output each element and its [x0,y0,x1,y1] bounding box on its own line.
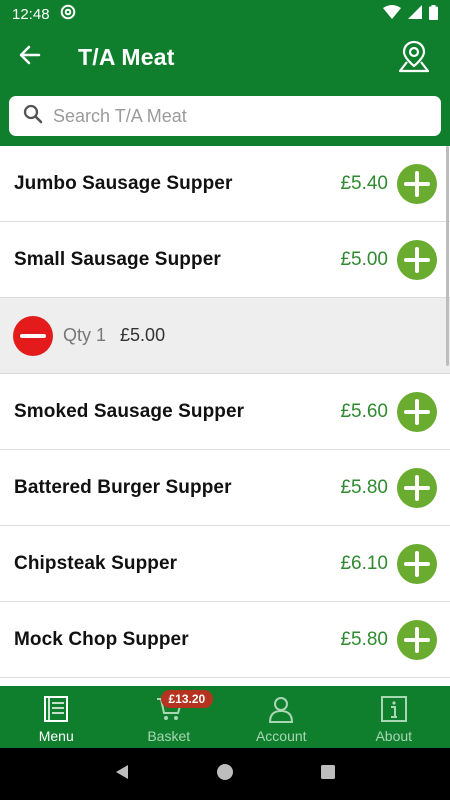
plus-circle-icon [397,164,437,204]
add-button[interactable] [397,164,437,204]
minus-circle-icon [13,315,53,356]
remove-button[interactable] [13,315,53,356]
map-pin-icon [396,38,432,79]
item-price: £5.40 [340,172,388,194]
add-button[interactable] [397,240,437,280]
recents-square-icon[interactable] [319,763,337,786]
qty-value: 1 [96,325,107,345]
user-icon [266,694,296,724]
nav-account-label: Account [255,728,307,744]
nav-basket-label: Basket [147,728,191,744]
item-price: £5.00 [340,248,388,270]
system-nav-bar [0,748,450,800]
list-item[interactable]: Jumbo Sausage Supper £5.40 [0,146,450,222]
wifi-icon [383,5,401,23]
menu-list: Jumbo Sausage Supper £5.40 Small Sausage… [0,146,450,686]
plus-circle-icon [397,620,437,660]
page-title: T/A Meat [78,43,175,70]
plus-circle-icon [397,392,437,432]
add-button[interactable] [397,392,437,432]
search-input[interactable] [53,105,413,127]
book-icon [41,694,71,724]
list-item[interactable]: Chipsteak Supper £6.10 [0,526,450,602]
back-triangle-icon[interactable] [113,763,131,786]
arrow-left-icon [19,44,41,71]
selected-item-quantity-row: Qty 1 £5.00 [0,298,450,374]
info-icon [379,694,409,724]
item-price: £5.80 [340,628,388,650]
item-name: Jumbo Sausage Supper [14,172,233,194]
back-button[interactable] [4,28,56,86]
home-circle-icon[interactable] [216,763,234,786]
nav-about-label: About [375,728,413,744]
plus-circle-icon [397,240,437,280]
basket-total-badge: £13.20 [160,690,214,708]
status-time: 12:48 [12,5,50,23]
list-item[interactable]: Smoked Sausage Supper £5.60 [0,374,450,450]
map-button[interactable] [392,36,436,80]
add-button[interactable] [397,468,437,508]
nav-about[interactable]: About [338,686,450,748]
qty-price: £5.00 [120,325,166,345]
search-icon [23,104,43,129]
item-name: Chipsteak Supper [14,552,178,574]
item-name: Small Sausage Supper [14,248,221,270]
item-price: £5.60 [340,400,388,422]
status-bar: 12:48 [0,0,450,28]
app-bar: T/A Meat [0,28,450,86]
item-name: Smoked Sausage Supper [14,400,245,422]
add-button[interactable] [397,544,437,584]
nav-basket[interactable]: £13.20 Basket [113,686,226,748]
nav-menu-label: Menu [38,728,74,744]
list-item[interactable]: Battered Burger Supper £5.80 [0,450,450,526]
search-box[interactable] [9,96,441,136]
list-item[interactable]: Mock Chop Supper £5.80 [0,602,450,678]
bottom-nav: Menu £13.20 Basket Account About [0,686,450,748]
item-price: £6.10 [340,552,388,574]
plus-circle-icon [397,544,437,584]
qty-label: Qty [63,325,92,345]
signal-icon [408,5,422,23]
item-name: Mock Chop Supper [14,628,189,650]
search-bar [0,86,450,146]
list-scrollbar[interactable] [446,146,449,366]
nav-account[interactable]: Account [225,686,338,748]
item-name: Battered Burger Supper [14,476,232,498]
list-item[interactable]: Small Sausage Supper £5.00 [0,222,450,298]
item-price: £5.80 [340,476,388,498]
nav-menu[interactable]: Menu [0,686,113,748]
plus-circle-icon [397,468,437,508]
battery-icon [429,4,438,24]
at-sign-icon [60,4,76,24]
add-button[interactable] [397,620,437,660]
